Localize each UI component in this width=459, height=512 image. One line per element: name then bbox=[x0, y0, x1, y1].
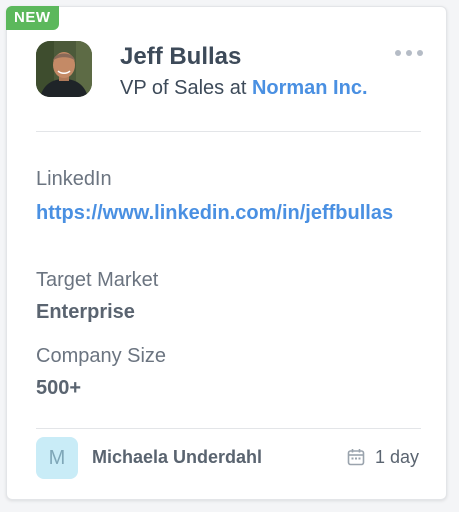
new-badge: NEW bbox=[6, 6, 59, 30]
company-link[interactable]: Norman Inc. bbox=[252, 77, 368, 99]
more-dot bbox=[406, 50, 412, 56]
owner-name[interactable]: Michaela Underdahl bbox=[92, 447, 262, 468]
company-size-label: Company Size bbox=[36, 345, 167, 367]
more-dot bbox=[395, 50, 401, 56]
title-prefix: VP of Sales at bbox=[120, 77, 252, 99]
target-market-value: Enterprise bbox=[36, 301, 135, 323]
contact-card[interactable]: NEW Jeff Bullas VP of Sales at Norman In… bbox=[6, 6, 447, 500]
linkedin-label: LinkedIn bbox=[36, 168, 112, 190]
contact-title: VP of Sales at Norman Inc. bbox=[120, 77, 368, 100]
more-options-icon[interactable] bbox=[395, 47, 423, 59]
header-divider bbox=[36, 131, 421, 132]
target-market-label: Target Market bbox=[36, 269, 159, 291]
owner-avatar[interactable]: M bbox=[36, 437, 78, 479]
calendar-icon bbox=[347, 449, 365, 466]
avatar-photo bbox=[36, 41, 92, 97]
more-dot bbox=[417, 50, 423, 56]
contact-avatar bbox=[36, 41, 92, 97]
footer-divider bbox=[36, 428, 421, 429]
linkedin-link[interactable]: https://www.linkedin.com/in/jeffbullas bbox=[36, 199, 422, 227]
card-age: 1 day bbox=[375, 447, 420, 467]
company-size-value: 500+ bbox=[36, 377, 82, 399]
contact-name: Jeff Bullas bbox=[120, 43, 242, 70]
